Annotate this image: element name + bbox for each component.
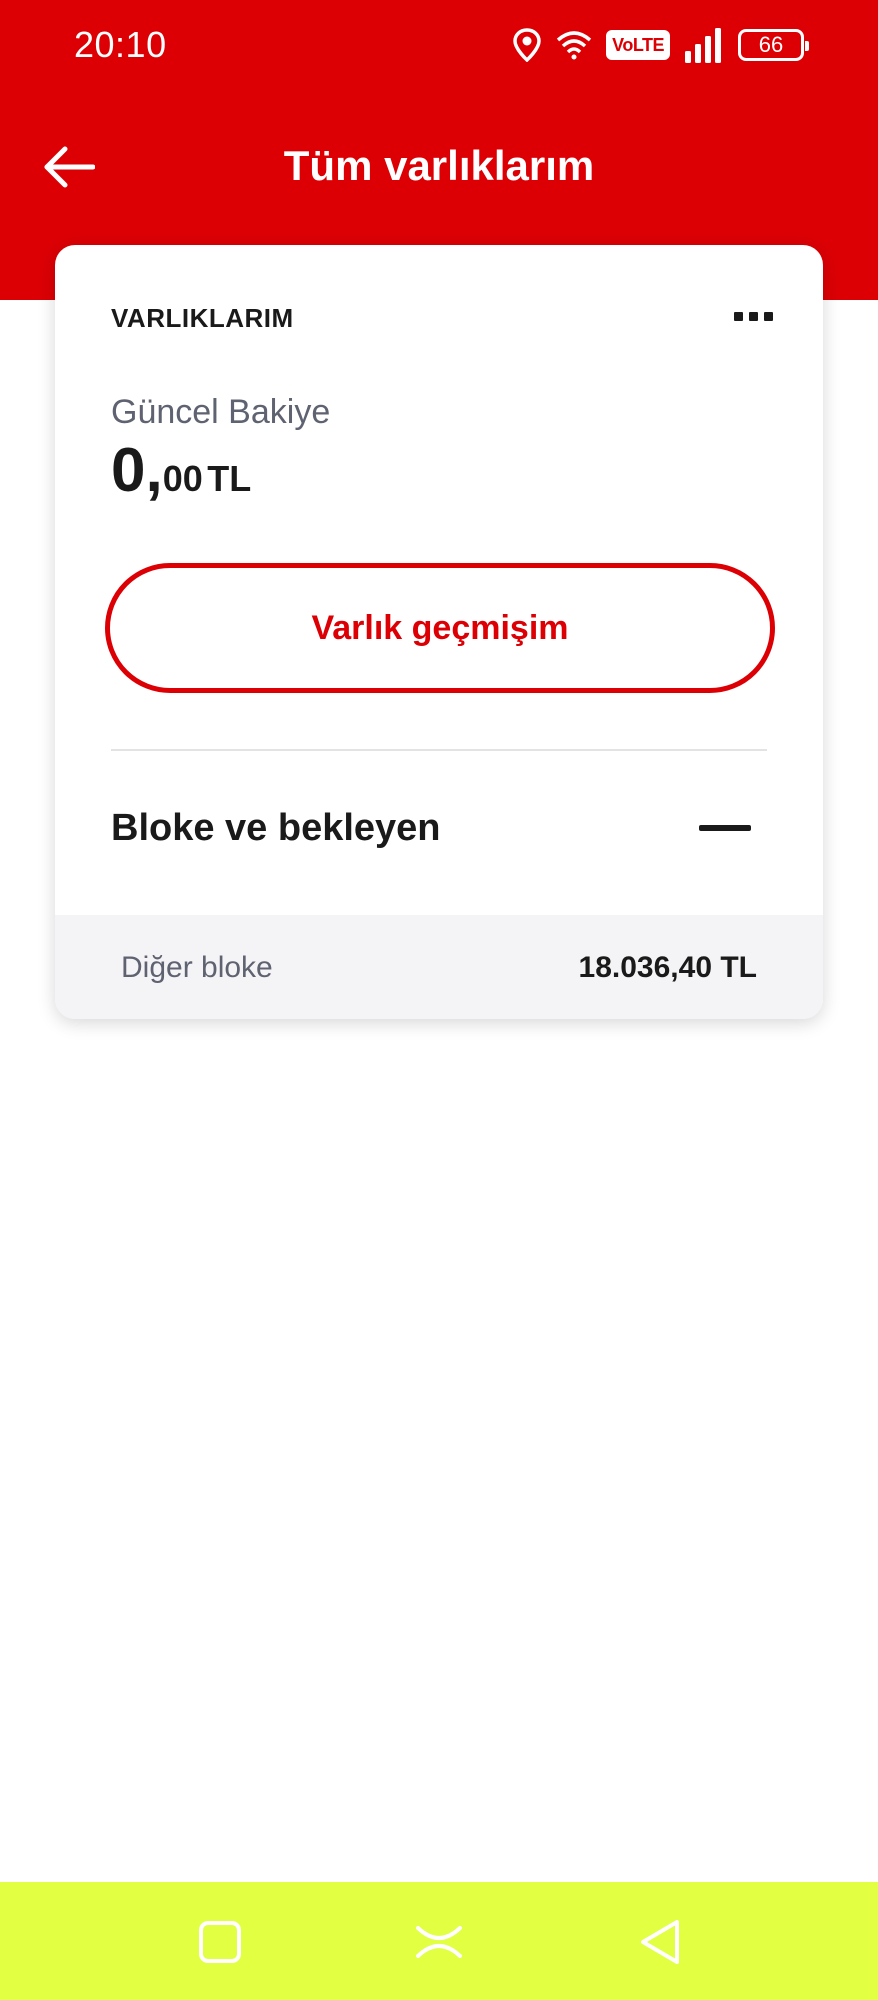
home-button[interactable]: [409, 1912, 469, 1972]
detail-row: Diğer bloke 18.036,40 TL: [55, 915, 823, 1019]
minus-icon: [699, 825, 751, 831]
balance-currency: TL: [207, 458, 252, 499]
section-title: Bloke ve bekleyen: [111, 807, 441, 849]
wifi-icon: [557, 31, 592, 60]
status-icons: VoLTE 66: [498, 22, 809, 68]
app-bar: Tüm varlıklarım: [0, 120, 878, 220]
more-horizontal-icon: [733, 311, 743, 321]
blocked-pending-toggle[interactable]: Bloke ve bekleyen: [55, 785, 823, 881]
asset-history-button[interactable]: Varlık geçmişim: [105, 563, 775, 693]
more-options-button[interactable]: [723, 301, 783, 331]
balance-value: 0,00 TL: [111, 435, 251, 506]
balance-label: Güncel Bakiye: [111, 393, 331, 431]
back-triangle-icon: [641, 1920, 679, 1964]
location-icon: [513, 28, 541, 62]
recent-apps-icon: [199, 1921, 241, 1963]
assets-card: VARLIKLARIM Güncel Bakiye 0,00 TL Varlık…: [55, 245, 823, 1019]
system-nav-bar: [0, 1882, 878, 2000]
detail-label: Diğer bloke: [121, 951, 273, 984]
volte-badge: VoLTE: [606, 30, 670, 60]
battery-icon: 66: [738, 29, 809, 61]
status-time: 20:10: [74, 24, 167, 65]
balance-decimal: 00: [162, 458, 203, 499]
signal-icon: [685, 28, 721, 63]
divider: [111, 749, 767, 751]
detail-value: 18.036,40 TL: [578, 951, 757, 984]
back-nav-button[interactable]: [630, 1912, 690, 1972]
home-icon: [416, 1926, 462, 1958]
card-title: VARLIKLARIM: [111, 303, 294, 333]
balance-integer: 0,: [111, 436, 163, 505]
page-title: Tüm varlıklarım: [283, 142, 595, 189]
recent-apps-button[interactable]: [190, 1912, 250, 1972]
status-bar: 20:10 VoLTE 66: [0, 0, 878, 92]
